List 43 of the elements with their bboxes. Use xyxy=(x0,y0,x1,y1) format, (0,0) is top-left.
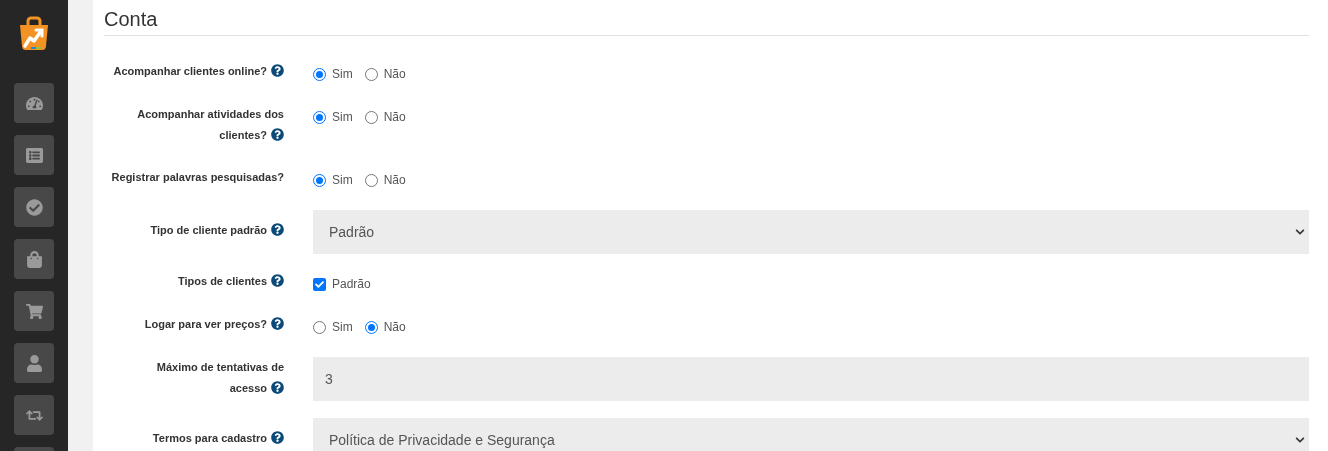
radio-label: Sim xyxy=(332,319,353,336)
radio-label: Sim xyxy=(332,109,353,126)
field-label: Registrar palavras pesquisadas? xyxy=(111,171,284,183)
checkbox[interactable] xyxy=(313,277,326,291)
radio-label: Sim xyxy=(332,66,353,83)
list-icon xyxy=(25,146,43,164)
chevron-down-icon xyxy=(1295,227,1305,237)
input-field[interactable]: 3 xyxy=(313,357,1309,401)
sidebar-button[interactable] xyxy=(14,187,54,227)
help-icon[interactable] xyxy=(271,128,284,141)
sidebar-button[interactable] xyxy=(14,239,54,279)
field-label: Termos para cadastro xyxy=(152,432,284,444)
field-label: Máximo de tentativas de acesso xyxy=(156,361,284,394)
help-icon[interactable] xyxy=(271,223,284,236)
radio-label: Não xyxy=(383,109,406,126)
gauge-icon xyxy=(25,94,43,112)
cart-icon xyxy=(25,302,43,320)
field-label: Logar para ver preços? xyxy=(144,318,284,330)
field-label: Tipos de clientes xyxy=(177,275,284,287)
help-icon[interactable] xyxy=(271,64,284,77)
radio-label: Não xyxy=(383,319,406,336)
sidebar-button[interactable] xyxy=(14,395,54,435)
help-icon[interactable] xyxy=(271,431,284,444)
bag-icon xyxy=(25,250,43,268)
help-icon[interactable] xyxy=(271,274,284,287)
field-label: Acompanhar clientes online? xyxy=(113,65,284,77)
field-label: Tipo de cliente padrão xyxy=(150,224,284,236)
select-field[interactable]: Política de Privacidade e Segurança xyxy=(313,418,1309,451)
checkbox-label: Padrão xyxy=(332,276,371,293)
sidebar-button[interactable] xyxy=(14,291,54,331)
field-label: Acompanhar atividades dos clientes? xyxy=(137,108,284,141)
radio-label: Sim xyxy=(332,172,353,189)
help-icon[interactable] xyxy=(271,381,284,394)
sidebar-button[interactable] xyxy=(14,135,54,175)
select-field[interactable]: Padrão xyxy=(313,210,1309,254)
chevron-down-icon xyxy=(1295,435,1305,445)
help-icon[interactable] xyxy=(271,317,284,330)
radio-label: Não xyxy=(383,66,406,83)
section-title: Conta xyxy=(104,0,1309,36)
user-icon xyxy=(25,354,43,372)
radio-label: Não xyxy=(383,172,406,189)
sidebar-button[interactable] xyxy=(14,83,54,123)
sidebar-button[interactable] xyxy=(14,343,54,383)
